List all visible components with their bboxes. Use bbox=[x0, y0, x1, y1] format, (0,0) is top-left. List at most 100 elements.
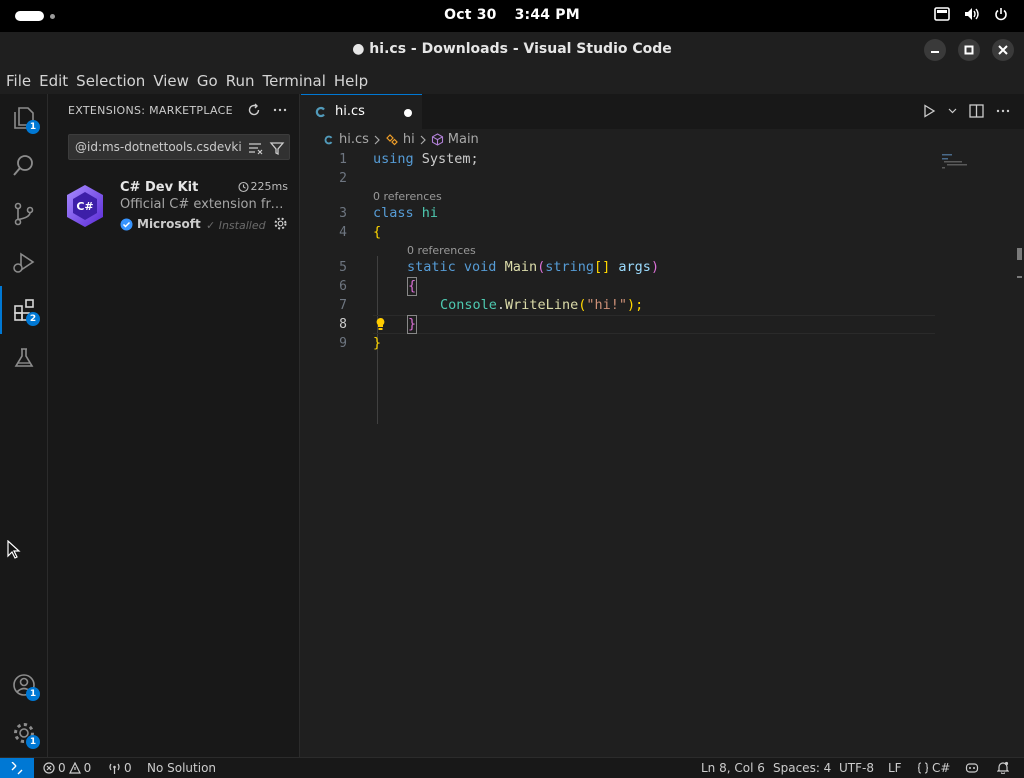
code-text: using System; bbox=[373, 151, 479, 167]
overview-ruler-mark bbox=[1017, 248, 1022, 260]
more-actions-icon[interactable] bbox=[996, 104, 1010, 118]
warning-icon bbox=[68, 762, 81, 774]
method-symbol-icon bbox=[431, 133, 443, 146]
verified-publisher-icon bbox=[120, 218, 133, 230]
line-number: 7 bbox=[339, 298, 347, 313]
split-editor-icon[interactable] bbox=[969, 104, 984, 118]
filter-icon[interactable] bbox=[269, 140, 285, 156]
eol-setting[interactable]: LF bbox=[888, 761, 902, 775]
menu-selection[interactable]: Selection bbox=[72, 68, 149, 94]
activity-source-control[interactable] bbox=[0, 190, 48, 238]
window-title-bar: ● hi.cs - Downloads - Visual Studio Code bbox=[0, 32, 1024, 68]
extension-search-input[interactable] bbox=[75, 138, 241, 156]
problems-indicator[interactable]: 0 0 bbox=[43, 761, 91, 775]
menu-view[interactable]: View bbox=[149, 68, 193, 94]
history-icon bbox=[237, 181, 249, 192]
activation-time-value: 225ms bbox=[250, 180, 288, 193]
maximize-button[interactable] bbox=[958, 39, 980, 61]
activity-manage[interactable]: 1 bbox=[0, 709, 48, 757]
braces-icon bbox=[917, 762, 929, 774]
status-bar: 0 0 0 No Solution Ln 8, Col 6 Spaces: 4 … bbox=[0, 757, 1024, 778]
power-icon bbox=[995, 8, 1007, 21]
breadcrumb-file[interactable]: hi.cs bbox=[339, 132, 369, 147]
code-text: class hi bbox=[373, 205, 439, 221]
extension-search-box[interactable] bbox=[68, 134, 290, 160]
line-number: 3 bbox=[339, 206, 347, 221]
cursor-position[interactable]: Ln 8, Col 6 bbox=[701, 761, 765, 775]
code-line: 4 { bbox=[301, 223, 941, 242]
tab-hi-cs[interactable]: hi.cs bbox=[301, 94, 422, 129]
encoding-setting[interactable]: UTF-8 bbox=[839, 761, 874, 775]
unsaved-dot-icon[interactable] bbox=[404, 109, 412, 117]
extensions-sidebar: EXTENSIONS: MARKETPLACE C# C# Dev Kit 22… bbox=[48, 94, 300, 757]
activity-testing[interactable] bbox=[0, 334, 48, 382]
system-top-bar: Oct 30 3:44 PM bbox=[0, 0, 1024, 32]
window-controls bbox=[924, 39, 1014, 61]
remote-icon bbox=[11, 761, 23, 774]
activity-bar: 1 2 1 1 bbox=[0, 94, 48, 757]
code-lens-references[interactable]: 0 references bbox=[373, 189, 442, 204]
line-number: 1 bbox=[339, 152, 347, 167]
menu-edit[interactable]: Edit bbox=[35, 68, 72, 94]
menu-go[interactable]: Go bbox=[193, 68, 222, 94]
tab-label: hi.cs bbox=[335, 104, 365, 119]
run-debug-icon bbox=[13, 252, 35, 273]
antenna-icon bbox=[109, 763, 120, 774]
code-lens-references[interactable]: 0 references bbox=[407, 243, 476, 258]
indentation-setting[interactable]: Spaces: 4 bbox=[773, 761, 831, 775]
code-line: 5 static void Main(string[] args) bbox=[301, 258, 941, 277]
remote-indicator[interactable] bbox=[0, 758, 34, 778]
activity-run-debug[interactable] bbox=[0, 238, 48, 286]
activation-time: 225ms bbox=[237, 180, 288, 193]
extension-settings-icon[interactable] bbox=[273, 216, 288, 231]
breadcrumb-class[interactable]: hi bbox=[403, 132, 415, 147]
activity-extensions[interactable]: 2 bbox=[0, 286, 48, 334]
chevron-down-icon[interactable] bbox=[948, 104, 957, 118]
close-button[interactable] bbox=[992, 39, 1014, 61]
activity-accounts[interactable]: 1 bbox=[0, 661, 48, 709]
manage-badge: 1 bbox=[26, 735, 40, 749]
menu-file[interactable]: File bbox=[2, 68, 35, 94]
minimap[interactable] bbox=[940, 152, 980, 170]
refresh-icon[interactable] bbox=[247, 103, 261, 117]
mouse-pointer-icon bbox=[7, 540, 21, 559]
system-tray[interactable] bbox=[934, 7, 1008, 21]
search-icon bbox=[13, 155, 33, 176]
breadcrumb-method[interactable]: Main bbox=[448, 132, 479, 147]
menu-terminal[interactable]: Terminal bbox=[259, 68, 330, 94]
accounts-badge: 1 bbox=[26, 687, 40, 701]
code-line: 1 using System; bbox=[301, 150, 941, 169]
activity-search[interactable] bbox=[0, 142, 48, 190]
error-count: 0 bbox=[58, 761, 66, 775]
ports-indicator[interactable]: 0 bbox=[108, 761, 132, 775]
search-box-actions bbox=[247, 140, 285, 156]
line-number: 4 bbox=[339, 225, 347, 240]
run-icon[interactable] bbox=[922, 104, 936, 118]
system-clock[interactable]: Oct 30 3:44 PM bbox=[0, 7, 1024, 23]
class-symbol-icon bbox=[386, 133, 398, 145]
language-mode[interactable]: C# bbox=[917, 761, 950, 775]
solution-indicator[interactable]: No Solution bbox=[147, 761, 216, 775]
code-line: 2 bbox=[301, 169, 941, 188]
code-text: { bbox=[407, 277, 418, 296]
copilot-status[interactable] bbox=[965, 761, 979, 774]
lightbulb-icon[interactable] bbox=[375, 317, 386, 331]
csharp-file-icon bbox=[324, 135, 333, 144]
menu-run[interactable]: Run bbox=[222, 68, 259, 94]
notifications-button[interactable] bbox=[997, 761, 1009, 774]
code-line: 3 class hi bbox=[301, 204, 941, 223]
extension-publisher: Microsoft bbox=[120, 217, 201, 231]
extension-name: C# Dev Kit bbox=[120, 180, 199, 195]
code-line: 9 } bbox=[301, 334, 941, 353]
menu-help[interactable]: Help bbox=[330, 68, 372, 94]
source-control-icon bbox=[14, 202, 34, 226]
bell-icon bbox=[997, 761, 1009, 774]
minimize-button[interactable] bbox=[924, 39, 946, 61]
activity-explorer[interactable]: 1 bbox=[0, 94, 48, 142]
editor-area: hi.cs hi.cs hi Main 1 using System; 2 0 … bbox=[301, 94, 1024, 757]
more-actions-icon[interactable] bbox=[273, 103, 287, 117]
language-label: C# bbox=[932, 761, 951, 775]
clear-filter-icon[interactable] bbox=[247, 140, 263, 156]
clock-time: 3:44 PM bbox=[514, 7, 580, 23]
extension-list-item[interactable]: C# C# Dev Kit 225ms Official C# extensio… bbox=[48, 180, 299, 238]
